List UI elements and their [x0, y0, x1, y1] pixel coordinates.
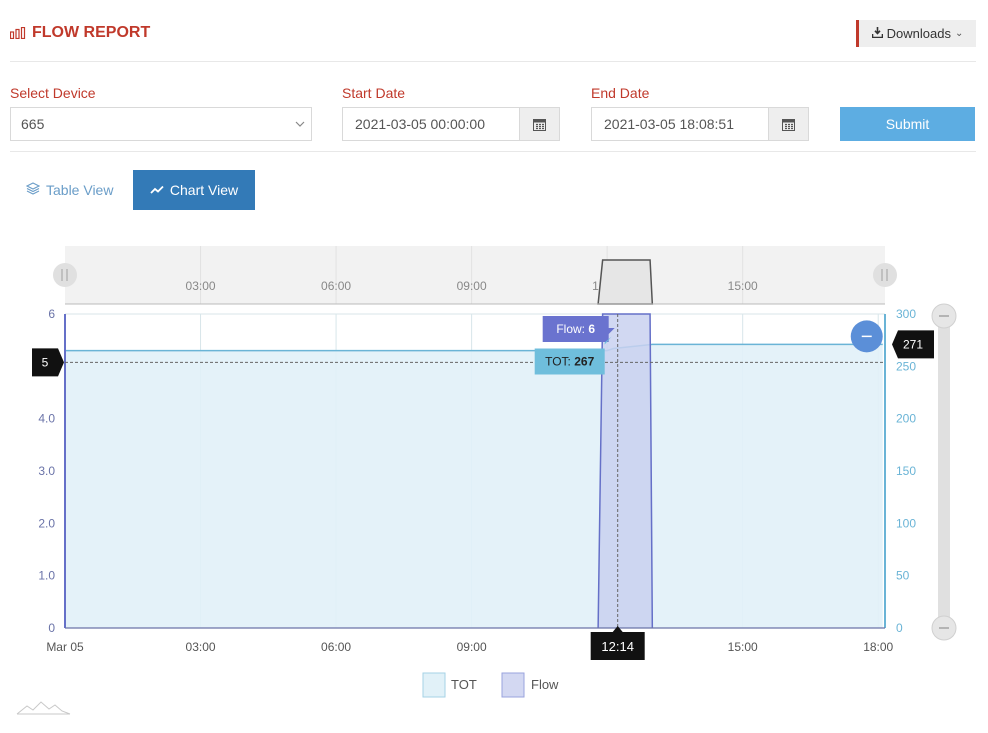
- calendar-icon[interactable]: [519, 108, 559, 140]
- page-title: FLOW REPORT: [10, 24, 150, 42]
- legend-item-tot[interactable]: TOT: [422, 672, 477, 698]
- series-tot-area: [65, 344, 883, 628]
- y-left-tick-label: 4.0: [38, 412, 55, 426]
- start-date-value: 2021-03-05 00:00:00: [355, 116, 485, 132]
- tooltip-flow-value: 6: [588, 322, 595, 336]
- page-title-text: FLOW REPORT: [32, 24, 151, 41]
- y-right-tick-label: 50: [896, 569, 910, 583]
- end-date-value: 2021-03-05 18:08:51: [604, 116, 734, 132]
- tab-chart-view-label: Chart View: [169, 182, 239, 198]
- legend-label-flow: Flow: [531, 677, 559, 692]
- y-left-tick-label: 0: [48, 621, 55, 635]
- calendar-icon[interactable]: [768, 108, 808, 140]
- navigator-tick-label: 09:00: [457, 279, 487, 293]
- bar-chart-icon: [10, 27, 26, 39]
- tooltip-flow: Flow: 6: [542, 316, 615, 342]
- crosshair-right-value: 271: [903, 337, 923, 351]
- y-right-tick-label: 0: [896, 621, 903, 635]
- tooltip-flow-name: Flow:: [556, 322, 588, 336]
- device-label: Select Device: [10, 85, 96, 101]
- chevron-down-icon: ⌄: [954, 28, 964, 39]
- y-left-tick-label: 3.0: [38, 464, 55, 478]
- navigator-tick-label: 03:00: [186, 279, 216, 293]
- series-flow-area: [598, 314, 653, 628]
- x-tick-label: 03:00: [186, 640, 216, 654]
- crosshair-left-value: 5: [42, 355, 49, 369]
- flow-chart[interactable]: 03:0006:0009:0012:0015:00 01.02.03.04.05…: [0, 235, 988, 733]
- navigator-handle-left[interactable]: [53, 263, 77, 287]
- svg-text:Flow: 6: Flow: 6: [556, 322, 595, 336]
- download-icon: [871, 26, 883, 41]
- zoom-handle[interactable]: [850, 320, 883, 353]
- line-chart-icon: [150, 182, 164, 198]
- legend: TOT Flow: [422, 672, 559, 698]
- crosshair-right-label: 271: [892, 330, 934, 359]
- tooltip-tot-value: 267: [574, 355, 594, 369]
- crosshair-x-label: 12:14: [590, 626, 645, 660]
- vertical-scrollbar[interactable]: [931, 303, 957, 641]
- svg-text:TOT: 267: TOT: 267: [545, 355, 594, 369]
- navigator-tick-label: 06:00: [321, 279, 351, 293]
- start-date-label: Start Date: [342, 85, 406, 101]
- navigator-handle-right[interactable]: [873, 263, 897, 287]
- y-right-tick-label: 250: [896, 359, 916, 373]
- y-right-tick-label: 300: [896, 307, 916, 321]
- navigator-tick-label: 15:00: [728, 279, 758, 293]
- divider: [10, 151, 976, 152]
- y-left-tick-label: 1.0: [38, 569, 55, 583]
- divider: [10, 61, 976, 62]
- crosshair-left-label: 5: [32, 348, 64, 377]
- legend-item-flow[interactable]: Flow: [501, 672, 559, 698]
- x-tick-label: Mar 05: [46, 640, 84, 654]
- chevron-down-icon: [289, 108, 311, 140]
- navigator-background: [65, 246, 885, 304]
- x-tick-label: 09:00: [457, 640, 487, 654]
- y-right-tick-label: 150: [896, 464, 916, 478]
- device-select[interactable]: 665: [10, 107, 312, 141]
- tab-table-view[interactable]: Table View: [25, 170, 114, 210]
- end-date-input[interactable]: 2021-03-05 18:08:51: [591, 107, 809, 141]
- crosshair-x-value: 12:14: [601, 639, 634, 654]
- tab-chart-view[interactable]: Chart View: [133, 170, 255, 210]
- start-date-input[interactable]: 2021-03-05 00:00:00: [342, 107, 560, 141]
- y-left-tick-label: 6: [48, 307, 55, 321]
- downloads-button[interactable]: Downloads ⌄: [856, 20, 976, 47]
- x-ticks: Mar 0503:0006:0009:0012:0015:0018:00: [46, 640, 893, 654]
- mountains-icon: [16, 701, 71, 715]
- plot-area: 01.02.03.04.05.06 050100150200250300 Mar…: [38, 307, 916, 654]
- tab-table-view-label: Table View: [46, 182, 114, 198]
- device-select-value: 665: [21, 116, 45, 132]
- navigator-series: [597, 259, 654, 305]
- report-header: FLOW REPORT Downloads ⌄: [0, 0, 988, 62]
- tooltip-tot-name: TOT:: [545, 355, 574, 369]
- y-left-tick-label: 2.0: [38, 516, 55, 530]
- scroll-handle-bottom[interactable]: [931, 615, 957, 641]
- submit-button[interactable]: Submit: [840, 107, 975, 141]
- end-date-label: End Date: [591, 85, 650, 101]
- tooltip-tot: TOT: 267: [534, 336, 612, 375]
- legend-label-tot: TOT: [451, 677, 477, 692]
- layers-icon: [25, 182, 41, 198]
- navigator[interactable]: 03:0006:0009:0012:0015:00: [53, 246, 897, 305]
- x-tick-label: 15:00: [728, 640, 758, 654]
- y-right-tick-label: 200: [896, 412, 916, 426]
- x-tick-label: 18:00: [863, 640, 893, 654]
- downloads-label: Downloads: [886, 26, 951, 41]
- y-right-tick-label: 100: [896, 516, 916, 530]
- x-tick-label: 06:00: [321, 640, 351, 654]
- scroll-handle-top[interactable]: [931, 303, 957, 329]
